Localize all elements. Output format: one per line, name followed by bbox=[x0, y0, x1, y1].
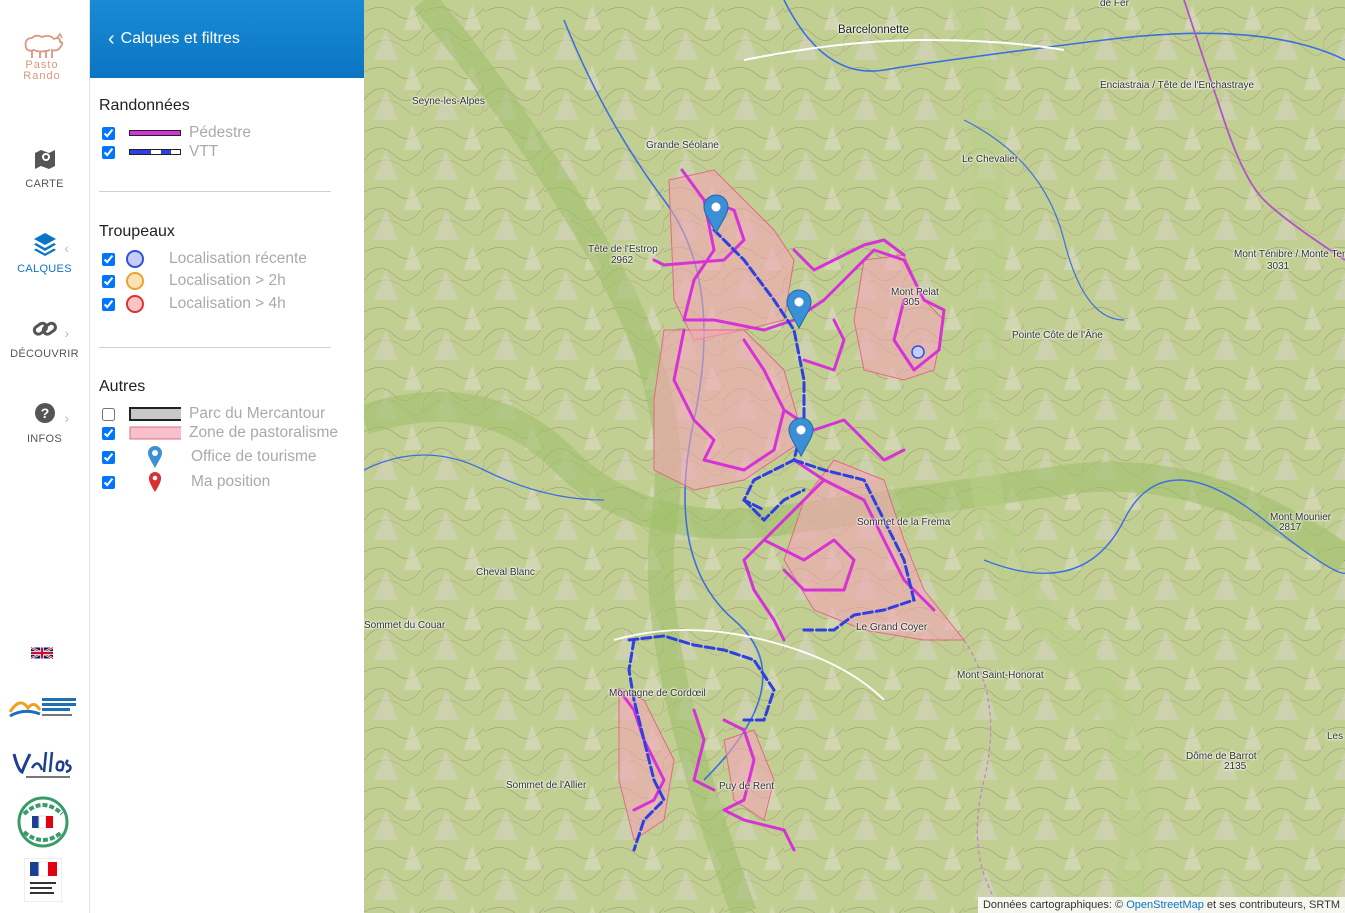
openstreetmap-link[interactable]: OpenStreetMap bbox=[1126, 899, 1204, 911]
alpes-provence-verdon-logo bbox=[8, 698, 76, 718]
section-title-randonnees: Randonnées bbox=[99, 97, 190, 114]
pedestre-checkbox[interactable] bbox=[102, 126, 115, 140]
nav-decouvrir-label: DÉCOUVRIR bbox=[10, 348, 79, 360]
place-label: 2817 bbox=[1279, 522, 1302, 533]
my-position-marker-icon bbox=[129, 471, 181, 493]
republique-francaise-logo bbox=[24, 858, 62, 902]
place-label: Sommet de l'Allier bbox=[506, 780, 587, 791]
map-view[interactable]: Barcelonnette Seyne-les-Alpes Grande Séo… bbox=[364, 0, 1345, 913]
layer-row-localisation-4h[interactable]: Localisation > 4h bbox=[102, 294, 286, 314]
layers-icon bbox=[33, 233, 56, 256]
pedestre-label: Pédestre bbox=[189, 124, 252, 141]
place-label: Le Grand Coyer bbox=[856, 622, 928, 633]
layer-row-zone-pastoralisme[interactable]: Zone de pastoralisme bbox=[102, 423, 338, 443]
location-2h-circle-icon bbox=[109, 271, 161, 291]
place-label: Le Chevalier bbox=[962, 154, 1019, 165]
attribution-prefix: Données cartographiques: © bbox=[982, 899, 1124, 911]
place-label: Sommet du Couar bbox=[364, 620, 446, 631]
chevron-right-icon: › bbox=[64, 325, 69, 341]
nav-infos[interactable]: ? › INFOS bbox=[0, 400, 89, 470]
val-dallos-logo bbox=[12, 751, 72, 778]
layers-panel: ‹ Calques et filtres Randonnées Pédestre… bbox=[90, 0, 364, 913]
layer-row-pedestre[interactable]: Pédestre bbox=[102, 123, 251, 143]
chevron-left-icon: ‹ bbox=[64, 240, 69, 256]
vtt-label: VTT bbox=[189, 143, 219, 160]
zone-pastoralisme-checkbox[interactable] bbox=[102, 426, 115, 440]
nav-decouvrir[interactable]: › DÉCOUVRIR bbox=[0, 315, 89, 385]
parc-mercantour-swatch bbox=[129, 407, 181, 421]
logo-text-rando: Rando bbox=[23, 70, 61, 82]
layer-row-vtt[interactable]: VTT bbox=[102, 142, 218, 162]
zone-pastoralisme-swatch bbox=[129, 426, 181, 440]
place-label: Seyne-les-Alpes bbox=[412, 96, 485, 107]
localisation-4h-label: Localisation > 4h bbox=[169, 295, 286, 312]
sheep-logo-icon bbox=[24, 32, 64, 58]
place-label: Cheval Blanc bbox=[476, 567, 535, 578]
nav-carte[interactable]: CARTE bbox=[0, 145, 89, 215]
place-label: Mont Ténibre / Monte Ten bbox=[1234, 249, 1345, 260]
svg-text:?: ? bbox=[40, 405, 49, 421]
layer-row-localisation-recente[interactable]: Localisation récente bbox=[102, 249, 307, 269]
zone-pastoralisme-label: Zone de pastoralisme bbox=[189, 424, 339, 441]
pedestre-line-swatch bbox=[129, 128, 181, 138]
place-label: Puy de Rent bbox=[719, 781, 775, 792]
ma-position-label: Ma position bbox=[191, 473, 271, 490]
layer-row-office-tourisme[interactable]: Office de tourisme bbox=[102, 445, 317, 469]
vtt-checkbox[interactable] bbox=[102, 145, 115, 159]
map-attribution: Données cartographiques: © OpenStreetMap… bbox=[977, 897, 1345, 913]
map-icon bbox=[34, 150, 55, 169]
layer-row-parc-mercantour[interactable]: Parc du Mercantour bbox=[102, 404, 325, 424]
place-label: 305 bbox=[903, 297, 920, 308]
place-label: Sommet de la Frema bbox=[857, 517, 951, 528]
recent-location-circle-icon bbox=[109, 249, 161, 269]
place-label: 2962 bbox=[611, 255, 634, 266]
place-label: Enciastraia / Tête de l'Enchastraye bbox=[1100, 80, 1255, 91]
app-logo[interactable]: Pasto Rando bbox=[12, 30, 72, 92]
parc-mercantour-checkbox[interactable] bbox=[102, 407, 115, 421]
localisation-2h-label: Localisation > 2h bbox=[169, 272, 286, 289]
location-4h-circle-icon bbox=[109, 294, 161, 314]
tourism-office-marker-icon bbox=[129, 445, 181, 469]
place-label: 2135 bbox=[1224, 761, 1247, 772]
localisation-recente-label: Localisation récente bbox=[169, 250, 307, 267]
link-icon bbox=[32, 321, 57, 336]
topographic-basemap bbox=[364, 0, 1345, 913]
ma-position-checkbox[interactable] bbox=[102, 475, 115, 489]
panel-title: Calques et filtres bbox=[120, 30, 240, 47]
divider bbox=[99, 347, 331, 348]
section-title-autres: Autres bbox=[99, 378, 146, 395]
divider bbox=[99, 191, 331, 192]
layer-row-localisation-2h[interactable]: Localisation > 2h bbox=[102, 271, 286, 291]
place-label: Grande Séolane bbox=[646, 140, 719, 151]
place-label: Mont Saint-Honorat bbox=[957, 670, 1044, 681]
vtt-line-swatch bbox=[129, 147, 181, 157]
office-tourisme-label: Office de tourisme bbox=[191, 448, 317, 465]
back-button[interactable]: ‹ Calques et filtres bbox=[90, 0, 364, 78]
place-label: Barcelonnette bbox=[838, 24, 909, 36]
sidebar-rail: Pasto Rando CARTE ‹ CALQUES › DÉCOUVRIR … bbox=[0, 0, 90, 913]
place-label: de Fer bbox=[1100, 0, 1129, 9]
place-label: Pointe Côte de l'Âne bbox=[1012, 330, 1103, 341]
attribution-suffix: et ses contributeurs, SRTM bbox=[1206, 899, 1340, 911]
nav-calques[interactable]: ‹ CALQUES bbox=[0, 230, 89, 300]
france-relance-logo bbox=[17, 796, 69, 848]
place-label: 3031 bbox=[1267, 261, 1290, 272]
chevron-right-icon: › bbox=[64, 410, 69, 426]
nav-calques-label: CALQUES bbox=[17, 263, 72, 275]
layer-row-ma-position[interactable]: Ma position bbox=[102, 470, 270, 494]
nav-carte-label: CARTE bbox=[25, 178, 64, 190]
parc-mercantour-label: Parc du Mercantour bbox=[189, 405, 326, 422]
place-label: Tête de l'Estrop bbox=[588, 244, 658, 255]
help-icon: ? bbox=[34, 403, 55, 423]
chevron-left-icon: ‹ bbox=[108, 28, 115, 50]
office-tourisme-checkbox[interactable] bbox=[102, 450, 115, 464]
english-flag-icon[interactable] bbox=[31, 645, 53, 661]
nav-infos-label: INFOS bbox=[26, 433, 63, 445]
section-title-troupeaux: Troupeaux bbox=[99, 223, 175, 240]
place-label: Les bbox=[1327, 731, 1344, 742]
place-label: Montagne de Cordœil bbox=[609, 688, 706, 699]
